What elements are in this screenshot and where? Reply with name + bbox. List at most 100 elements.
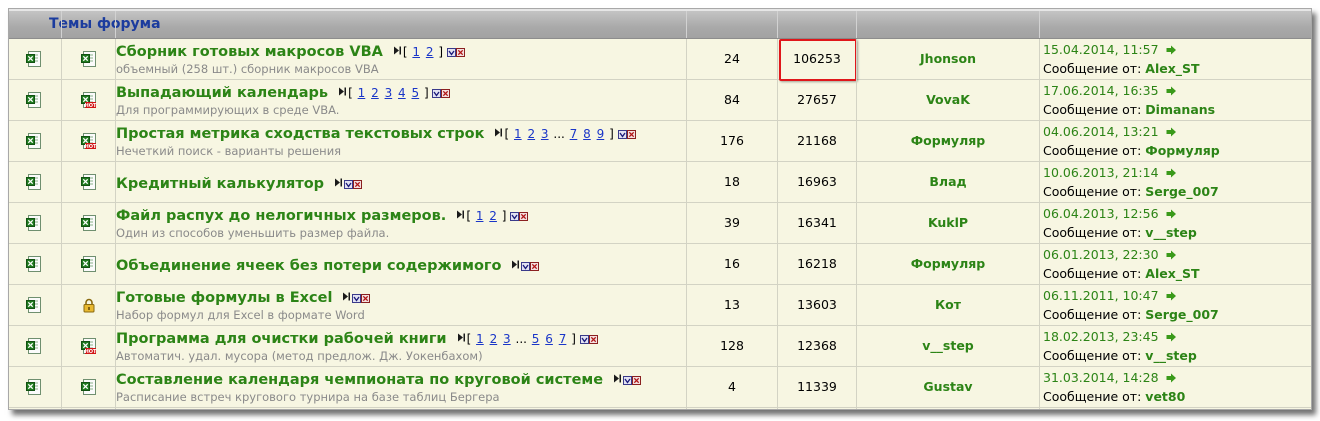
last-post-user[interactable]: Формуляр xyxy=(1145,143,1219,158)
go-to-last-post-icon[interactable] xyxy=(1166,209,1176,219)
go-to-first-unread-icon[interactable] xyxy=(494,128,503,137)
last-post-user[interactable]: v__step xyxy=(1145,348,1197,363)
page-link[interactable]: 1 xyxy=(514,127,522,141)
topic-author[interactable]: VovaK xyxy=(857,92,1039,107)
mark-read-icon[interactable] xyxy=(432,89,442,98)
page-link[interactable]: 1 xyxy=(476,209,484,223)
go-to-first-unread-icon[interactable] xyxy=(334,178,343,187)
close-icon[interactable] xyxy=(632,376,642,385)
close-icon[interactable] xyxy=(455,48,465,57)
topic-title-link[interactable]: Выпадающий календарь xyxy=(116,85,328,101)
page-link[interactable]: 1 xyxy=(476,332,484,346)
mark-read-icon[interactable] xyxy=(352,294,362,303)
go-to-last-post-icon[interactable] xyxy=(1166,168,1176,178)
go-to-last-post-icon[interactable] xyxy=(1166,127,1176,137)
last-post-user[interactable]: Serge_007 xyxy=(1145,307,1218,322)
go-to-first-unread-icon[interactable] xyxy=(613,374,622,383)
page-link[interactable]: 5 xyxy=(412,86,420,100)
mark-read-icon[interactable] xyxy=(510,212,520,221)
topic-title-line: Программа для очистки рабочей книги [ 1 2… xyxy=(116,330,598,349)
table-row: HOT Выпадающий календарь [ 1 2 3 4 5 ] Для… xyxy=(9,80,1311,121)
close-icon[interactable] xyxy=(361,294,371,303)
page-link[interactable]: 3 xyxy=(541,127,549,141)
excel-file-icon xyxy=(26,256,42,272)
page-link[interactable]: 2 xyxy=(490,332,498,346)
page-link[interactable]: 1 xyxy=(412,45,420,59)
last-post-date: 06.04.2013, 12:56 xyxy=(1043,206,1176,221)
last-post-user[interactable]: Alex_ST xyxy=(1145,61,1199,76)
topic-title-link[interactable]: Объединение ячеек без потери содержимого xyxy=(116,258,501,274)
page-link[interactable]: 8 xyxy=(583,127,591,141)
page-link[interactable]: 4 xyxy=(398,86,406,100)
topic-title-link[interactable]: Составление календаря чемпионата по круг… xyxy=(116,372,603,388)
mark-read-icon[interactable] xyxy=(623,376,633,385)
go-to-last-post-icon[interactable] xyxy=(1166,291,1176,301)
last-post-user[interactable]: vet80 xyxy=(1145,389,1185,404)
topic-author[interactable]: Формуляр xyxy=(857,133,1039,148)
close-icon[interactable] xyxy=(441,89,451,98)
go-to-first-unread-icon[interactable] xyxy=(342,292,351,301)
mark-read-icon[interactable] xyxy=(446,48,456,57)
last-post-user[interactable]: Dimanans xyxy=(1145,102,1215,117)
last-post-date-text: 06.01.2013, 22:30 xyxy=(1043,247,1159,262)
topic-author[interactable]: Формуляр xyxy=(857,256,1039,271)
last-post-by: Сообщение от: vet80 xyxy=(1043,389,1185,404)
topic-author[interactable]: Gustav xyxy=(857,379,1039,394)
go-to-first-unread-icon[interactable] xyxy=(457,333,465,342)
go-to-last-post-icon[interactable] xyxy=(1166,45,1176,55)
page-link[interactable]: 2 xyxy=(527,127,535,141)
last-post-user[interactable]: Serge_007 xyxy=(1145,184,1218,199)
mark-read-icon[interactable] xyxy=(579,335,589,344)
page-link[interactable]: 6 xyxy=(545,332,553,346)
svg-text:HOT: HOT xyxy=(85,144,97,149)
page-link[interactable]: 7 xyxy=(570,127,578,141)
topic-author[interactable]: Влад xyxy=(857,174,1039,189)
page-link[interactable]: 9 xyxy=(597,127,605,141)
close-icon[interactable] xyxy=(519,212,529,221)
go-to-first-unread-icon[interactable] xyxy=(511,260,520,269)
page-link[interactable]: 3 xyxy=(503,332,511,346)
close-icon[interactable] xyxy=(353,180,363,189)
pagination-bracket-open: [ xyxy=(504,127,510,141)
views-highlight-box xyxy=(779,39,857,81)
topic-title-link[interactable]: Готовые формулы в Excel xyxy=(116,290,332,306)
go-to-first-unread-icon[interactable] xyxy=(456,210,465,219)
go-to-first-unread-icon[interactable] xyxy=(338,87,347,96)
topic-title-link[interactable]: Простая метрика сходства текстовых строк xyxy=(116,126,484,142)
table-row: Составление календаря чемпионата по круг… xyxy=(9,367,1311,408)
topic-author[interactable]: KuklP xyxy=(857,215,1039,230)
topic-author[interactable]: v__step xyxy=(857,338,1039,353)
mark-read-icon[interactable] xyxy=(344,180,354,189)
topic-author[interactable]: Jhonson xyxy=(857,51,1039,66)
page-link[interactable]: 2 xyxy=(426,45,434,59)
go-to-last-post-icon[interactable] xyxy=(1166,86,1176,96)
page-link[interactable]: 1 xyxy=(358,86,366,100)
topic-description: объемный (258 шт.) сборник макросов VBA xyxy=(116,62,379,76)
page-link[interactable]: 7 xyxy=(559,332,567,346)
go-to-last-post-icon[interactable] xyxy=(1166,373,1176,383)
close-icon[interactable] xyxy=(626,130,636,139)
topic-description: Автоматич. удал. мусора (метод предлож. … xyxy=(116,349,483,363)
topic-title-link[interactable]: Файл распух до нелогичных размеров. xyxy=(116,208,446,224)
close-icon[interactable] xyxy=(530,262,540,271)
pagination-bracket-close: ] xyxy=(609,127,614,141)
close-icon[interactable] xyxy=(588,335,598,344)
page-link[interactable]: 2 xyxy=(371,86,379,100)
last-post-user[interactable]: Alex_ST xyxy=(1145,266,1199,281)
last-post-label: Сообщение от: xyxy=(1043,184,1142,199)
mark-read-icon[interactable] xyxy=(521,262,531,271)
topic-title-link[interactable]: Сборник готовых макросов VBA xyxy=(116,44,383,60)
topic-title-link[interactable]: Программа для очистки рабочей книги xyxy=(116,331,447,347)
topic-title-link[interactable]: Кредитный калькулятор xyxy=(116,176,324,192)
topic-description: Один из способов уменьшить размер файла. xyxy=(116,226,390,240)
page-link[interactable]: 5 xyxy=(532,332,540,346)
page-link[interactable]: 2 xyxy=(489,209,497,223)
last-post-user[interactable]: v__step xyxy=(1145,225,1197,240)
go-to-last-post-icon[interactable] xyxy=(1166,250,1176,260)
hot-topic-icon: HOT xyxy=(81,338,97,354)
page-link[interactable]: 3 xyxy=(385,86,393,100)
go-to-first-unread-icon[interactable] xyxy=(393,46,401,55)
topic-author[interactable]: Кот xyxy=(857,297,1039,312)
go-to-last-post-icon[interactable] xyxy=(1166,332,1176,342)
mark-read-icon[interactable] xyxy=(617,130,627,139)
